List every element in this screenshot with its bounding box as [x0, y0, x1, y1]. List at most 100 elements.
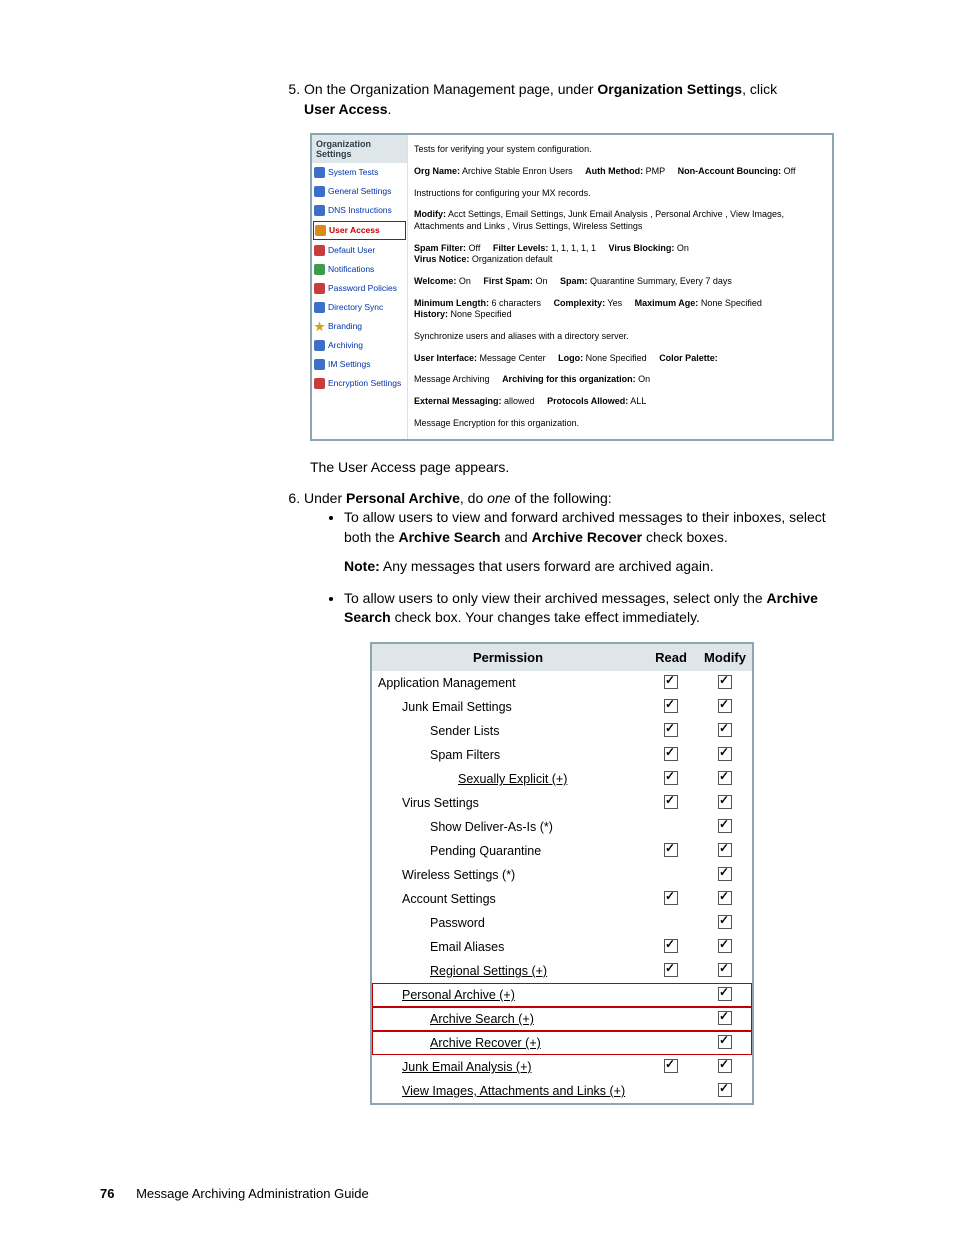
modify-checkbox[interactable] — [718, 1083, 732, 1097]
modify-checkbox[interactable] — [718, 723, 732, 737]
nav-item-notifications[interactable]: Notifications — [312, 260, 407, 279]
permission-label: Virus Settings — [372, 791, 644, 815]
footer-title: Message Archiving Administration Guide — [136, 1186, 369, 1201]
permission-link[interactable]: Junk Email Analysis (+) — [402, 1060, 532, 1074]
read-checkbox[interactable] — [664, 891, 678, 905]
sidebar-header: Organization Settings — [312, 135, 407, 163]
nav-item-encryption-settings[interactable]: Encryption Settings — [312, 374, 407, 393]
permission-link[interactable]: View Images, Attachments and Links (+) — [402, 1084, 625, 1098]
table-row: Archive Recover (+) — [372, 1031, 752, 1055]
modify-cell — [698, 815, 752, 839]
read-checkbox[interactable] — [664, 939, 678, 953]
modify-cell — [698, 695, 752, 719]
nav-item-dns-instructions[interactable]: DNS Instructions — [312, 201, 407, 220]
modify-checkbox[interactable] — [718, 1059, 732, 1073]
modify-cell — [698, 743, 752, 767]
read-checkbox[interactable] — [664, 963, 678, 977]
modify-checkbox[interactable] — [718, 915, 732, 929]
read-checkbox[interactable] — [664, 1059, 678, 1073]
nav-item-branding[interactable]: Branding — [312, 317, 407, 336]
nav-item-directory-sync[interactable]: Directory Sync — [312, 298, 407, 317]
read-cell — [644, 719, 698, 743]
modify-checkbox[interactable] — [718, 795, 732, 809]
nav-item-label: Default User — [328, 246, 375, 255]
modify-checkbox[interactable] — [718, 819, 732, 833]
step5-text-post: . — [388, 101, 392, 117]
modify-checkbox[interactable] — [718, 675, 732, 689]
read-cell — [644, 1031, 698, 1055]
permission-text: Sender Lists — [430, 724, 499, 738]
read-checkbox[interactable] — [664, 843, 678, 857]
modify-checkbox[interactable] — [718, 699, 732, 713]
step6-pre: Under — [304, 490, 346, 506]
modify-checkbox[interactable] — [718, 891, 732, 905]
step5-text-mid: , click — [742, 81, 777, 97]
read-checkbox[interactable] — [664, 747, 678, 761]
modify-checkbox[interactable] — [718, 747, 732, 761]
modify-cell — [698, 935, 752, 959]
nav-item-password-policies[interactable]: Password Policies — [312, 279, 407, 298]
permission-text: Account Settings — [402, 892, 496, 906]
nav-item-general-settings[interactable]: General Settings — [312, 182, 407, 201]
read-cell — [644, 767, 698, 791]
read-cell — [644, 887, 698, 911]
table-row: Show Deliver-As-Is (*) — [372, 815, 752, 839]
modify-checkbox[interactable] — [718, 843, 732, 857]
modify-checkbox[interactable] — [718, 963, 732, 977]
step6-bold1: Personal Archive — [346, 490, 460, 506]
permission-link[interactable]: Regional Settings (+) — [430, 964, 547, 978]
step-6: Under Personal Archive, do one of the fo… — [304, 489, 844, 629]
modify-checkbox[interactable] — [718, 1011, 732, 1025]
row-encryption: Message Encryption for this organization… — [414, 413, 826, 435]
modify-checkbox[interactable] — [718, 771, 732, 785]
modify-cell — [698, 863, 752, 887]
bullet-allow-view-forward: To allow users to view and forward archi… — [344, 508, 844, 577]
permission-label: Password — [372, 911, 644, 935]
read-checkbox[interactable] — [664, 723, 678, 737]
table-row: Application Management — [372, 671, 752, 695]
permission-link[interactable]: Sexually Explicit (+) — [458, 772, 567, 786]
permission-link[interactable]: Archive Recover (+) — [430, 1036, 541, 1050]
permission-text: Spam Filters — [430, 748, 500, 762]
read-checkbox[interactable] — [664, 675, 678, 689]
permission-label: Junk Email Settings — [372, 695, 644, 719]
read-cell — [644, 1055, 698, 1079]
nav-item-label: General Settings — [328, 187, 391, 196]
modify-checkbox[interactable] — [718, 867, 732, 881]
col-modify: Modify — [698, 644, 752, 671]
modify-checkbox[interactable] — [718, 1035, 732, 1049]
nav-item-system-tests[interactable]: System Tests — [312, 163, 407, 182]
permission-link[interactable]: Personal Archive (+) — [402, 988, 515, 1002]
modify-cell — [698, 983, 752, 1007]
nav-item-im-settings[interactable]: IM Settings — [312, 355, 407, 374]
row-general-settings: Org Name: Archive Stable Enron Users Aut… — [414, 161, 826, 183]
nav-item-user-access[interactable]: User Access — [313, 221, 406, 240]
user-access-icon — [315, 225, 326, 236]
nav-item-archiving[interactable]: Archiving — [312, 336, 407, 355]
modify-checkbox[interactable] — [718, 987, 732, 1001]
read-cell — [644, 1007, 698, 1031]
permission-label: Sexually Explicit (+) — [372, 767, 644, 791]
table-row: Wireless Settings (*) — [372, 863, 752, 887]
modify-cell — [698, 1031, 752, 1055]
modify-checkbox[interactable] — [718, 939, 732, 953]
nav-item-default-user[interactable]: Default User — [312, 241, 407, 260]
row-password-policies: Minimum Length: 6 characters Complexity:… — [414, 293, 826, 326]
read-cell — [644, 743, 698, 767]
read-cell — [644, 911, 698, 935]
permission-link[interactable]: Archive Search (+) — [430, 1012, 534, 1026]
read-checkbox[interactable] — [664, 771, 678, 785]
table-row: Junk Email Analysis (+) — [372, 1055, 752, 1079]
read-checkbox[interactable] — [664, 699, 678, 713]
permission-label: Sender Lists — [372, 719, 644, 743]
permission-label: Personal Archive (+) — [372, 983, 644, 1007]
read-checkbox[interactable] — [664, 795, 678, 809]
step5-bold1: Organization Settings — [597, 81, 742, 97]
im-settings-icon — [314, 359, 325, 370]
row-im-settings: External Messaging: allowed Protocols Al… — [414, 391, 826, 413]
permission-text: Password — [430, 916, 485, 930]
col-permission: Permission — [372, 644, 644, 671]
table-row: Account Settings — [372, 887, 752, 911]
step5-bold2: User Access — [304, 101, 388, 117]
default-user-icon — [314, 245, 325, 256]
